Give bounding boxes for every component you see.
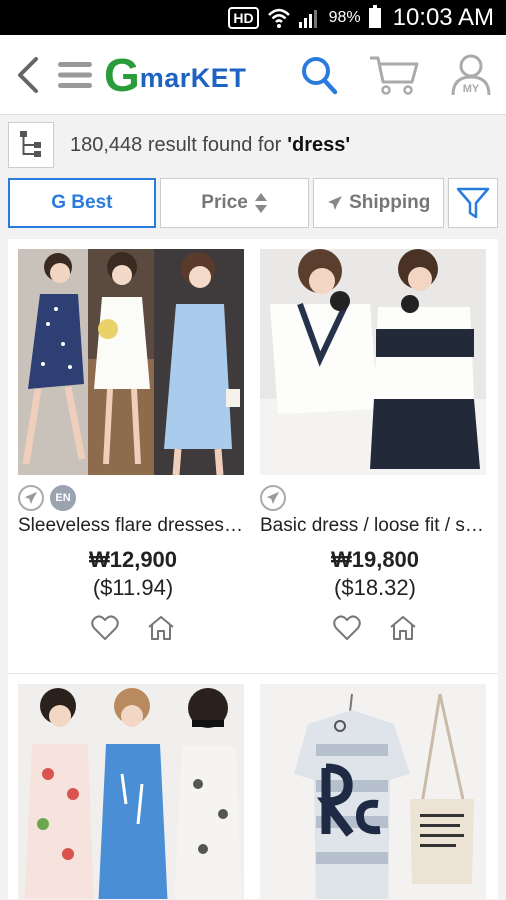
dress-photo-collage — [18, 249, 244, 475]
cart-icon — [370, 56, 419, 95]
my-label: MY — [462, 82, 480, 95]
store-home-icon[interactable] — [389, 615, 417, 641]
search-icon — [302, 56, 338, 94]
product-image[interactable] — [260, 684, 486, 899]
app-header: G marKET MY — [0, 35, 506, 115]
store-home-icon[interactable] — [147, 615, 175, 641]
signal-icon — [298, 9, 317, 28]
heart-icon[interactable] — [333, 615, 361, 641]
product-title[interactable]: Basic dress / loose fit / stripe — [260, 515, 486, 537]
dress-photo-stripe — [260, 249, 486, 475]
search-query: 'dress' — [287, 133, 351, 156]
product-price: ₩12,900 — [88, 547, 178, 572]
chevron-left-icon — [18, 56, 38, 93]
battery-icon — [368, 4, 381, 28]
filter-bar: G Best Price Shipping — [0, 175, 506, 231]
tshirt-dress-photo — [260, 684, 486, 899]
cart-button[interactable] — [368, 54, 420, 96]
menu-button[interactable] — [58, 60, 92, 90]
product-image[interactable] — [260, 249, 486, 475]
sort-shipping-button[interactable]: Shipping — [313, 178, 445, 228]
funnel-icon — [456, 187, 490, 219]
product-card[interactable] — [18, 674, 248, 899]
result-count-text: 180,448 result found for'dress' — [70, 134, 350, 157]
result-bar: 180,448 result found for'dress' — [0, 115, 506, 175]
category-tree-button[interactable] — [8, 122, 54, 168]
back-button[interactable] — [14, 55, 40, 95]
product-card[interactable]: EN Sleeveless flare dresses for women ₩1… — [18, 249, 248, 673]
heart-icon[interactable] — [91, 615, 119, 641]
product-grid: EN Sleeveless flare dresses for women ₩1… — [8, 239, 498, 899]
category-tree-icon — [20, 131, 41, 157]
product-price: ₩19,800 — [330, 547, 420, 572]
sort-price-button[interactable]: Price — [159, 178, 310, 228]
global-shipping-icon — [18, 485, 44, 511]
global-shipping-icon — [260, 485, 286, 511]
english-support-badge: EN — [50, 485, 76, 511]
sort-arrows-icon — [254, 193, 267, 213]
product-card[interactable] — [260, 674, 490, 899]
filter-button[interactable] — [448, 178, 498, 228]
dress-photo-trio — [18, 684, 244, 899]
product-title[interactable]: Sleeveless flare dresses for women — [18, 515, 244, 537]
hamburger-icon — [58, 61, 92, 88]
result-count: 180,448 result found for — [70, 133, 282, 156]
product-image[interactable] — [18, 684, 244, 899]
status-bar: HD 98% 10:03 AM — [0, 0, 506, 35]
search-button[interactable] — [300, 55, 338, 95]
hd-indicator: HD — [228, 6, 259, 29]
g-best-label: G Best — [51, 192, 113, 213]
clock: 10:03 AM — [392, 3, 494, 31]
product-price-usd: ($18.32) — [334, 575, 416, 600]
sort-g-best-button[interactable]: G Best — [8, 178, 156, 228]
product-card[interactable]: Basic dress / loose fit / stripe ₩19,800… — [260, 249, 490, 673]
gmarket-logo[interactable]: G marKET — [104, 52, 246, 98]
product-image[interactable] — [18, 249, 244, 475]
price-label: Price — [201, 192, 248, 213]
shipping-label: Shipping — [349, 192, 431, 213]
battery-percent: 98% — [328, 8, 361, 26]
logo-word: marKET — [139, 63, 247, 93]
product-price-usd: ($11.94) — [92, 575, 174, 600]
wifi-icon — [267, 8, 290, 28]
my-account-button[interactable]: MY — [450, 53, 492, 97]
airplane-icon — [328, 196, 343, 210]
logo-g: G — [104, 48, 140, 101]
